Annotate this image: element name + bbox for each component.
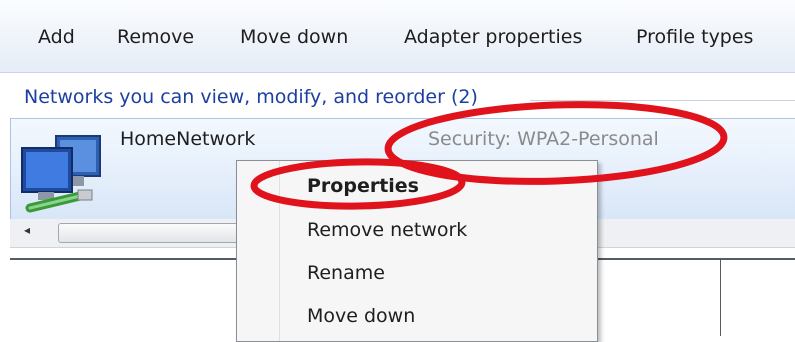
scroll-left-icon[interactable]: ◂: [24, 223, 30, 237]
profile-types-button[interactable]: Profile types: [636, 24, 753, 50]
menu-item-properties[interactable]: Properties: [307, 175, 419, 197]
network-group-label: Networks you can view, modify, and reord…: [24, 86, 478, 108]
toolbar: Add Remove Move down Adapter properties …: [0, 0, 795, 73]
network-security: Security: WPA2-Personal: [428, 128, 659, 150]
move-down-button[interactable]: Move down: [240, 24, 348, 50]
remove-button[interactable]: Remove: [117, 24, 194, 50]
menu-item-rename[interactable]: Rename: [307, 262, 385, 284]
menu-item-remove-network[interactable]: Remove network: [307, 219, 467, 241]
network-icon: [21, 135, 101, 213]
menu-item-move-down[interactable]: Move down: [307, 305, 415, 327]
menu-gutter: [279, 161, 280, 341]
adapter-properties-button[interactable]: Adapter properties: [404, 24, 582, 50]
add-button[interactable]: Add: [38, 24, 75, 50]
context-menu: Properties Remove network Rename Move do…: [236, 160, 598, 342]
scroll-thumb[interactable]: [58, 223, 260, 243]
network-name: HomeNetwork: [120, 128, 256, 150]
group-divider: [530, 100, 795, 101]
panel-vertical-divider: [720, 260, 721, 336]
